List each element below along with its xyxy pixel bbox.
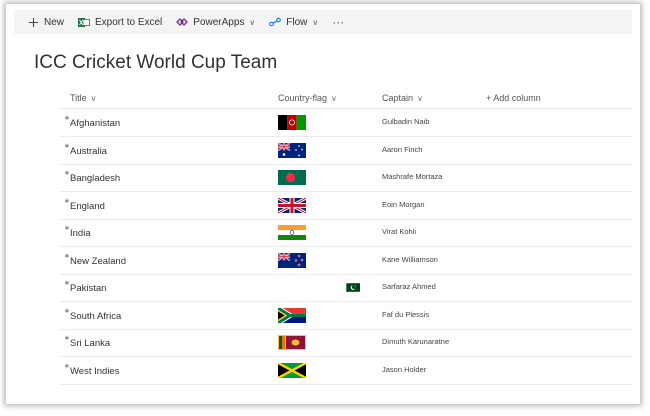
column-header-captain[interactable]: Captain ∨ bbox=[382, 90, 423, 106]
row-title[interactable]: Bangladesh bbox=[70, 173, 120, 184]
chevron-down-icon: ∨ bbox=[312, 17, 319, 27]
row-title[interactable]: New Zealand bbox=[70, 256, 126, 267]
new-item-icon: ∗ bbox=[64, 363, 70, 370]
bangladesh-flag bbox=[278, 170, 306, 185]
new-item-icon: ∗ bbox=[64, 335, 70, 342]
row-title[interactable]: South Africa bbox=[70, 311, 121, 322]
australia-flag bbox=[278, 143, 306, 158]
new-item-icon: ∗ bbox=[64, 115, 70, 122]
afghanistan-flag bbox=[278, 115, 306, 130]
export-to-excel-button[interactable]: Export to Excel bbox=[78, 17, 162, 28]
row-title[interactable]: Sri Lanka bbox=[70, 338, 110, 349]
column-header-country-flag[interactable]: Country-flag ∨ bbox=[278, 90, 337, 106]
row-captain: Dimuth Karunaratne bbox=[382, 337, 450, 346]
row-captain: Faf du Plessis bbox=[382, 310, 430, 319]
new-item-icon: ∗ bbox=[64, 280, 70, 287]
powerapps-label: PowerApps bbox=[193, 16, 245, 28]
flow-button[interactable]: Flow ∨ bbox=[269, 17, 318, 28]
row-title[interactable]: West Indies bbox=[70, 366, 119, 377]
table-row[interactable]: ∗ Afghanistan Gulbadin Naib bbox=[60, 109, 632, 137]
table-row[interactable]: ∗ Australia Aaron Finch bbox=[60, 137, 632, 165]
new-item-icon: ∗ bbox=[64, 198, 70, 205]
chevron-down-icon: ∨ bbox=[90, 93, 97, 103]
uk-flag bbox=[278, 198, 306, 213]
column-header-flag-label: Country-flag bbox=[278, 93, 328, 103]
south-africa-flag bbox=[278, 308, 306, 323]
table-row[interactable]: ∗ England Eoin Morgan bbox=[60, 192, 632, 220]
india-flag bbox=[278, 225, 306, 240]
row-captain: Eoin Morgan bbox=[382, 200, 425, 209]
row-title[interactable]: England bbox=[70, 201, 105, 212]
table-row[interactable]: ∗ New Zealand Kane Williamson bbox=[60, 247, 632, 275]
table-row[interactable]: ∗ Bangladesh Mashrafe Mortaza bbox=[60, 164, 632, 192]
add-column-button[interactable]: + Add column bbox=[486, 90, 541, 106]
chevron-down-icon: ∨ bbox=[331, 93, 337, 103]
row-title[interactable]: Afghanistan bbox=[70, 118, 120, 129]
export-label: Export to Excel bbox=[95, 16, 163, 28]
row-captain: Gulbadin Naib bbox=[382, 117, 430, 126]
new-item-icon: ∗ bbox=[64, 170, 70, 177]
table-row[interactable]: ∗ South Africa Faf du Plessis bbox=[60, 302, 632, 330]
plus-icon bbox=[28, 17, 39, 28]
new-zealand-flag bbox=[278, 253, 306, 268]
sri-lanka-flag bbox=[278, 335, 306, 350]
add-column-label: + Add column bbox=[486, 93, 541, 103]
column-header-title[interactable]: Title ∨ bbox=[70, 90, 97, 106]
row-title[interactable]: Australia bbox=[70, 146, 107, 157]
flow-icon bbox=[269, 17, 282, 27]
table-row[interactable]: ∗ India Virat Kohli bbox=[60, 219, 632, 247]
new-item-icon: ∗ bbox=[64, 253, 70, 260]
powerapps-icon bbox=[176, 17, 189, 27]
column-header-title-label: Title bbox=[70, 93, 87, 103]
pakistan-flag bbox=[344, 283, 360, 292]
table-row[interactable]: ∗ West Indies Jason Holder bbox=[60, 357, 632, 385]
jamaica-flag bbox=[278, 363, 306, 378]
row-captain: Aaron Finch bbox=[382, 145, 423, 154]
row-captain: Virat Kohli bbox=[382, 227, 417, 236]
more-button[interactable]: ··· bbox=[332, 15, 344, 29]
powerapps-button[interactable]: PowerApps ∨ bbox=[176, 17, 255, 28]
new-item-icon: ∗ bbox=[64, 143, 70, 150]
chevron-down-icon: ∨ bbox=[249, 17, 256, 27]
excel-icon bbox=[78, 17, 90, 28]
table-row[interactable]: ∗ Sri Lanka Dimuth Karunaratne bbox=[60, 329, 632, 357]
new-item-icon: ∗ bbox=[64, 225, 70, 232]
page-title: ICC Cricket World Cup Team bbox=[34, 52, 278, 73]
command-bar: New Export to Excel PowerApps ∨ Flow ∨ ·… bbox=[14, 10, 632, 34]
row-captain: Sarfaraz Ahmed bbox=[382, 282, 436, 291]
flow-label: Flow bbox=[286, 16, 308, 28]
chevron-down-icon: ∨ bbox=[417, 93, 423, 103]
row-captain: Jason Holder bbox=[382, 365, 427, 374]
more-icon: ··· bbox=[332, 15, 345, 29]
new-button[interactable]: New bbox=[28, 17, 64, 28]
new-item-icon: ∗ bbox=[64, 308, 70, 315]
row-captain: Mashrafe Mortaza bbox=[382, 172, 443, 181]
row-title[interactable]: India bbox=[70, 228, 91, 239]
column-header-captain-label: Captain bbox=[382, 93, 414, 103]
row-captain: Kane Williamson bbox=[382, 255, 438, 264]
row-title[interactable]: Pakistan bbox=[70, 283, 106, 294]
table-row[interactable]: ∗ Pakistan Sarfaraz Ahmed bbox=[60, 274, 632, 302]
new-label: New bbox=[44, 16, 65, 28]
